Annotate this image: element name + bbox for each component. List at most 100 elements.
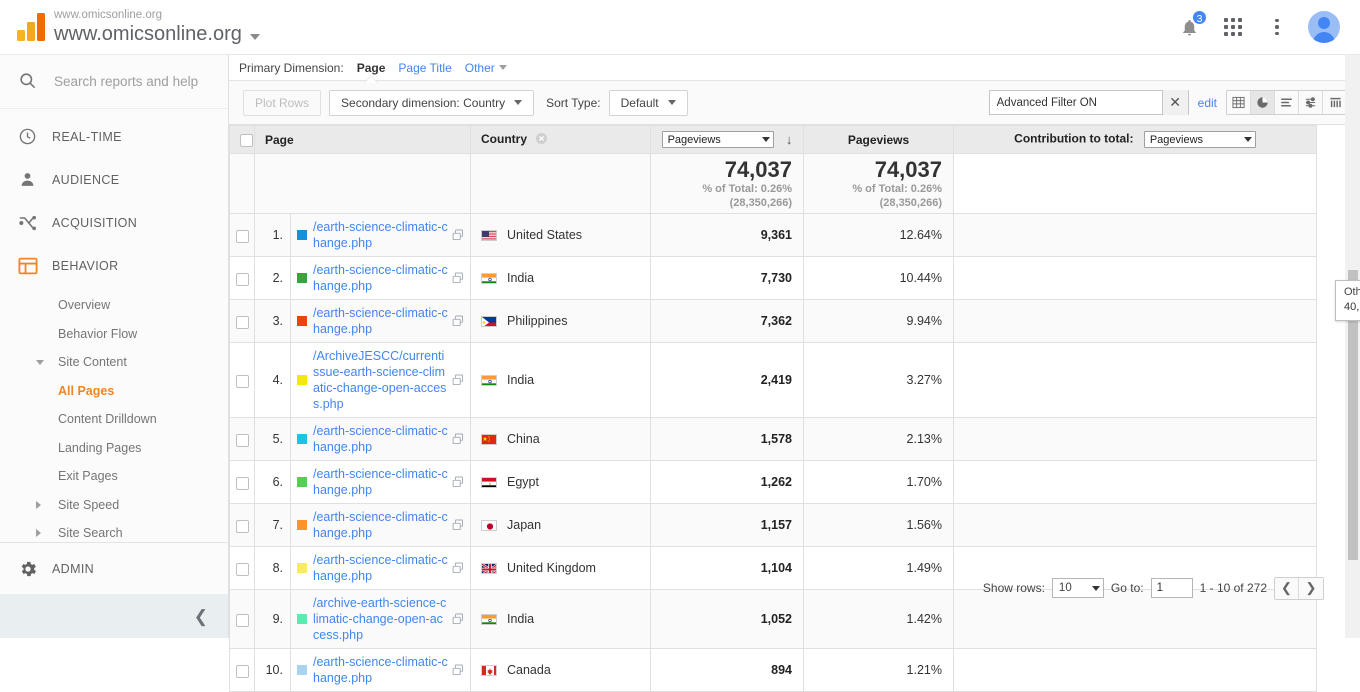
sort-type-label: Sort Type: <box>546 95 601 110</box>
row-checkbox-cell[interactable] <box>229 417 255 461</box>
row-checkbox-cell[interactable] <box>229 342 255 418</box>
sidebar-item-behavior[interactable]: BEHAVIOR <box>0 244 228 287</box>
row-checkbox[interactable] <box>235 613 249 627</box>
sidebar-item-content-drilldown[interactable]: Content Drilldown <box>0 405 228 434</box>
row-checkbox-cell[interactable] <box>229 460 255 504</box>
open-in-new-window-icon[interactable] <box>452 374 464 386</box>
column-header-country[interactable]: Country <box>470 125 651 154</box>
row-checkbox[interactable] <box>235 315 249 329</box>
pie-chart-view-icon[interactable] <box>1251 91 1275 114</box>
row-checkbox[interactable] <box>235 519 249 533</box>
bell-icon[interactable]: 3 <box>1176 9 1208 40</box>
open-in-new-window-icon[interactable] <box>452 433 464 445</box>
edit-filter-link[interactable]: edit <box>1198 96 1217 110</box>
row-checkbox[interactable] <box>235 229 249 243</box>
performance-view-icon[interactable] <box>1275 91 1299 114</box>
open-in-new-window-icon[interactable] <box>452 519 464 531</box>
column-header-contribution: Contribution to total: Pageviews <box>953 125 1317 154</box>
secondary-dimension-button[interactable]: Secondary dimension: Country <box>329 89 535 116</box>
sidebar-item-site-content[interactable]: Site Content <box>0 348 228 377</box>
row-checkbox[interactable] <box>235 272 249 286</box>
plot-rows-button[interactable]: Plot Rows <box>243 89 322 116</box>
sort-type-button[interactable]: Default <box>608 89 688 116</box>
sidebar-item-audience[interactable]: AUDIENCE <box>0 158 228 201</box>
table-row[interactable]: 3. /earth-science-climatic-change.php Phil… <box>229 299 1317 343</box>
row-checkbox[interactable] <box>235 664 249 678</box>
open-in-new-window-icon[interactable] <box>452 229 464 241</box>
table-row[interactable]: 10. /earth-science-climatic-change.php Can… <box>229 648 1317 692</box>
sidebar-item-exit-pages[interactable]: Exit Pages <box>0 462 228 491</box>
remove-dimension-icon[interactable] <box>536 132 548 147</box>
row-checkbox[interactable] <box>235 433 249 447</box>
row-checkbox-cell[interactable] <box>229 648 255 692</box>
column-header-pageviews[interactable]: Pageviews <box>803 125 954 154</box>
google-analytics-logo[interactable] <box>0 12 52 42</box>
show-rows-select[interactable]: 10 <box>1051 578 1104 598</box>
sidebar-item-behavior-flow[interactable]: Behavior Flow <box>0 320 228 349</box>
contribution-metric-dropdown[interactable]: Pageviews <box>1143 131 1256 148</box>
open-in-new-window-icon[interactable] <box>452 664 464 676</box>
metric-dropdown[interactable]: Pageviews <box>661 131 774 148</box>
select-all-header[interactable] <box>229 125 255 154</box>
row-checkbox-cell[interactable] <box>229 213 255 257</box>
open-in-new-window-icon[interactable] <box>452 272 464 284</box>
page-url-link[interactable]: /earth-science-climatic-change.php <box>313 262 448 294</box>
pager-next-button[interactable]: ❯ <box>1299 577 1323 599</box>
row-checkbox-cell[interactable] <box>229 299 255 343</box>
page-url-link[interactable]: /earth-science-climatic-change.php <box>313 305 448 337</box>
sidebar-item-real-time[interactable]: REAL-TIME <box>0 115 228 158</box>
sidebar-item-all-pages[interactable]: All Pages <box>0 377 228 406</box>
sort-descending-arrow[interactable]: ↓ <box>786 132 793 147</box>
comparison-view-icon[interactable] <box>1299 91 1323 114</box>
series-color-swatch <box>297 520 307 530</box>
column-header-metric-select[interactable]: Pageviews ↓ <box>650 125 804 154</box>
primary-dimension-page-tab[interactable]: Page <box>357 61 385 83</box>
row-checkbox-cell[interactable] <box>229 503 255 547</box>
page-url-link[interactable]: /earth-science-climatic-change.php <box>313 466 448 498</box>
sidebar-collapse-button[interactable]: ❮ <box>0 594 228 638</box>
select-all-checkbox[interactable] <box>240 133 253 147</box>
search-reports-row[interactable] <box>0 55 228 109</box>
advanced-filter-input[interactable] <box>989 95 1162 110</box>
row-checkbox[interactable] <box>235 374 249 388</box>
table-row[interactable]: 5. /earth-science-climatic-change.php Chin… <box>229 417 1317 461</box>
chevron-down-icon[interactable] <box>249 34 260 40</box>
column-header-page[interactable]: Page <box>254 125 471 154</box>
search-input[interactable] <box>52 73 212 90</box>
primary-dimension-other-tab[interactable]: Other <box>465 61 507 75</box>
user-avatar[interactable] <box>1308 11 1340 43</box>
sidebar-item-landing-pages[interactable]: Landing Pages <box>0 434 228 463</box>
pager-prev-button[interactable]: ❮ <box>1275 577 1299 599</box>
sidebar-item-site-speed[interactable]: Site Speed <box>0 491 228 520</box>
open-in-new-window-icon[interactable] <box>452 315 464 327</box>
go-to-input[interactable] <box>1150 578 1193 598</box>
table-view-icon[interactable] <box>1227 91 1251 114</box>
table-row[interactable]: 4. /ArchiveJESCC/currentissue-earth-scien… <box>229 342 1317 418</box>
page-scrollbar[interactable] <box>1345 55 1360 638</box>
row-checkbox-cell[interactable] <box>229 256 255 300</box>
row-checkbox[interactable] <box>235 476 249 490</box>
sidebar-item-acquisition[interactable]: ACQUISITION <box>0 201 228 244</box>
sidebar-sublabel: All Pages <box>58 383 115 398</box>
sidebar-item-admin[interactable]: ADMIN <box>0 542 228 594</box>
page-url-link[interactable]: /earth-science-climatic-change.php <box>313 219 448 251</box>
table-row[interactable]: 6. /earth-science-climatic-change.php Egyp… <box>229 460 1317 504</box>
open-in-new-window-icon[interactable] <box>452 613 464 625</box>
page-url-link[interactable]: /earth-science-climatic-change.php <box>313 423 448 455</box>
open-in-new-window-icon[interactable] <box>452 476 464 488</box>
three-dot-menu-icon[interactable] <box>1264 14 1290 40</box>
account-selector[interactable]: www.omicsonline.org www.omicsonline.org <box>52 8 260 46</box>
sidebar-item-overview[interactable]: Overview <box>0 291 228 320</box>
page-url-link[interactable]: /earth-science-climatic-change.php <box>313 509 448 541</box>
advanced-filter-box[interactable]: ✕ <box>988 90 1189 115</box>
page-url-link[interactable]: /ArchiveJESCC/currentissue-earth-science… <box>313 348 448 412</box>
close-icon[interactable]: ✕ <box>1161 90 1188 115</box>
page-url-link[interactable]: /earth-science-climatic-change.php <box>313 654 448 686</box>
table-row[interactable]: 7. /earth-science-climatic-change.php Japa… <box>229 503 1317 547</box>
table-row[interactable]: 2. /earth-science-climatic-change.php Indi… <box>229 256 1317 300</box>
row-pageviews: 1,578 <box>650 417 804 461</box>
table-row[interactable]: 1. /earth-science-climatic-change.php Unit… <box>229 213 1317 257</box>
apps-grid-icon[interactable] <box>1220 14 1246 40</box>
primary-dimension-page-title-tab[interactable]: Page Title <box>398 61 451 75</box>
pivot-view-icon[interactable] <box>1323 91 1347 114</box>
